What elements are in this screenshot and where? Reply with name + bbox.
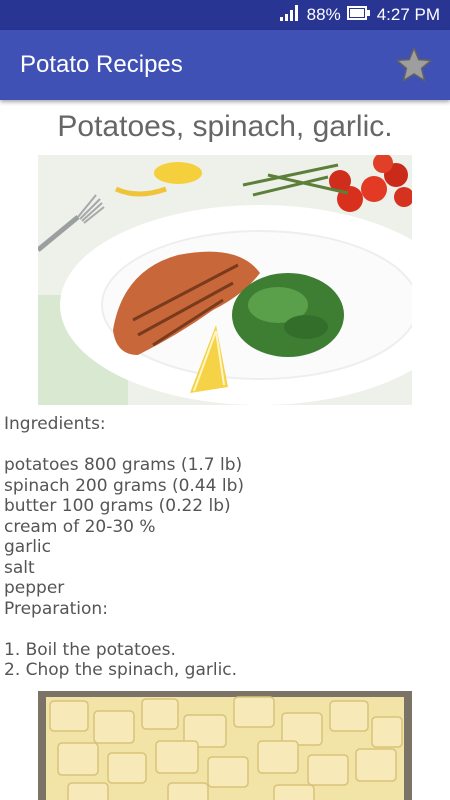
favorite-button[interactable] xyxy=(392,43,436,87)
star-icon xyxy=(396,47,432,82)
recipe-title: Potatoes, spinach, garlic. xyxy=(57,110,393,143)
ingredient-item: spinach 200 grams (0.44 lb) xyxy=(4,475,244,496)
battery-percent: 88% xyxy=(306,5,341,24)
app-bar: Potato Recipes xyxy=(0,30,450,100)
status-bar: 88% 4:27 PM xyxy=(0,0,450,30)
preparation-step: 1. Boil the potatoes. xyxy=(4,639,176,660)
ingredient-item: butter 100 grams (0.22 lb) xyxy=(4,496,231,516)
dish-photo xyxy=(38,155,412,405)
clock: 4:27 PM xyxy=(376,5,440,24)
signal-icon xyxy=(279,4,301,27)
potatoes-photo xyxy=(38,691,412,800)
app-title: Potato Recipes xyxy=(20,51,183,78)
ingredient-item: salt xyxy=(4,557,35,578)
ingredient-item: cream of 20-30 % xyxy=(4,516,156,537)
ingredient-item: pepper xyxy=(4,578,65,598)
recipe-content[interactable]: Potatoes, spinach, garlic. Ingredients: … xyxy=(0,100,450,800)
status-indicators: 88% 4:27 PM xyxy=(279,0,440,30)
ingredient-item: potatoes 800 grams (1.7 lb) xyxy=(4,455,243,475)
preparation-heading: Preparation: xyxy=(4,598,108,619)
battery-icon xyxy=(346,5,371,26)
ingredients-heading: Ingredients: xyxy=(4,414,106,434)
recipe-text: Ingredients: potatoes 800 grams (1.7 lb)… xyxy=(4,414,444,681)
preparation-step: 2. Chop the spinach, garlic. xyxy=(4,660,238,680)
ingredient-item: garlic xyxy=(4,537,51,557)
